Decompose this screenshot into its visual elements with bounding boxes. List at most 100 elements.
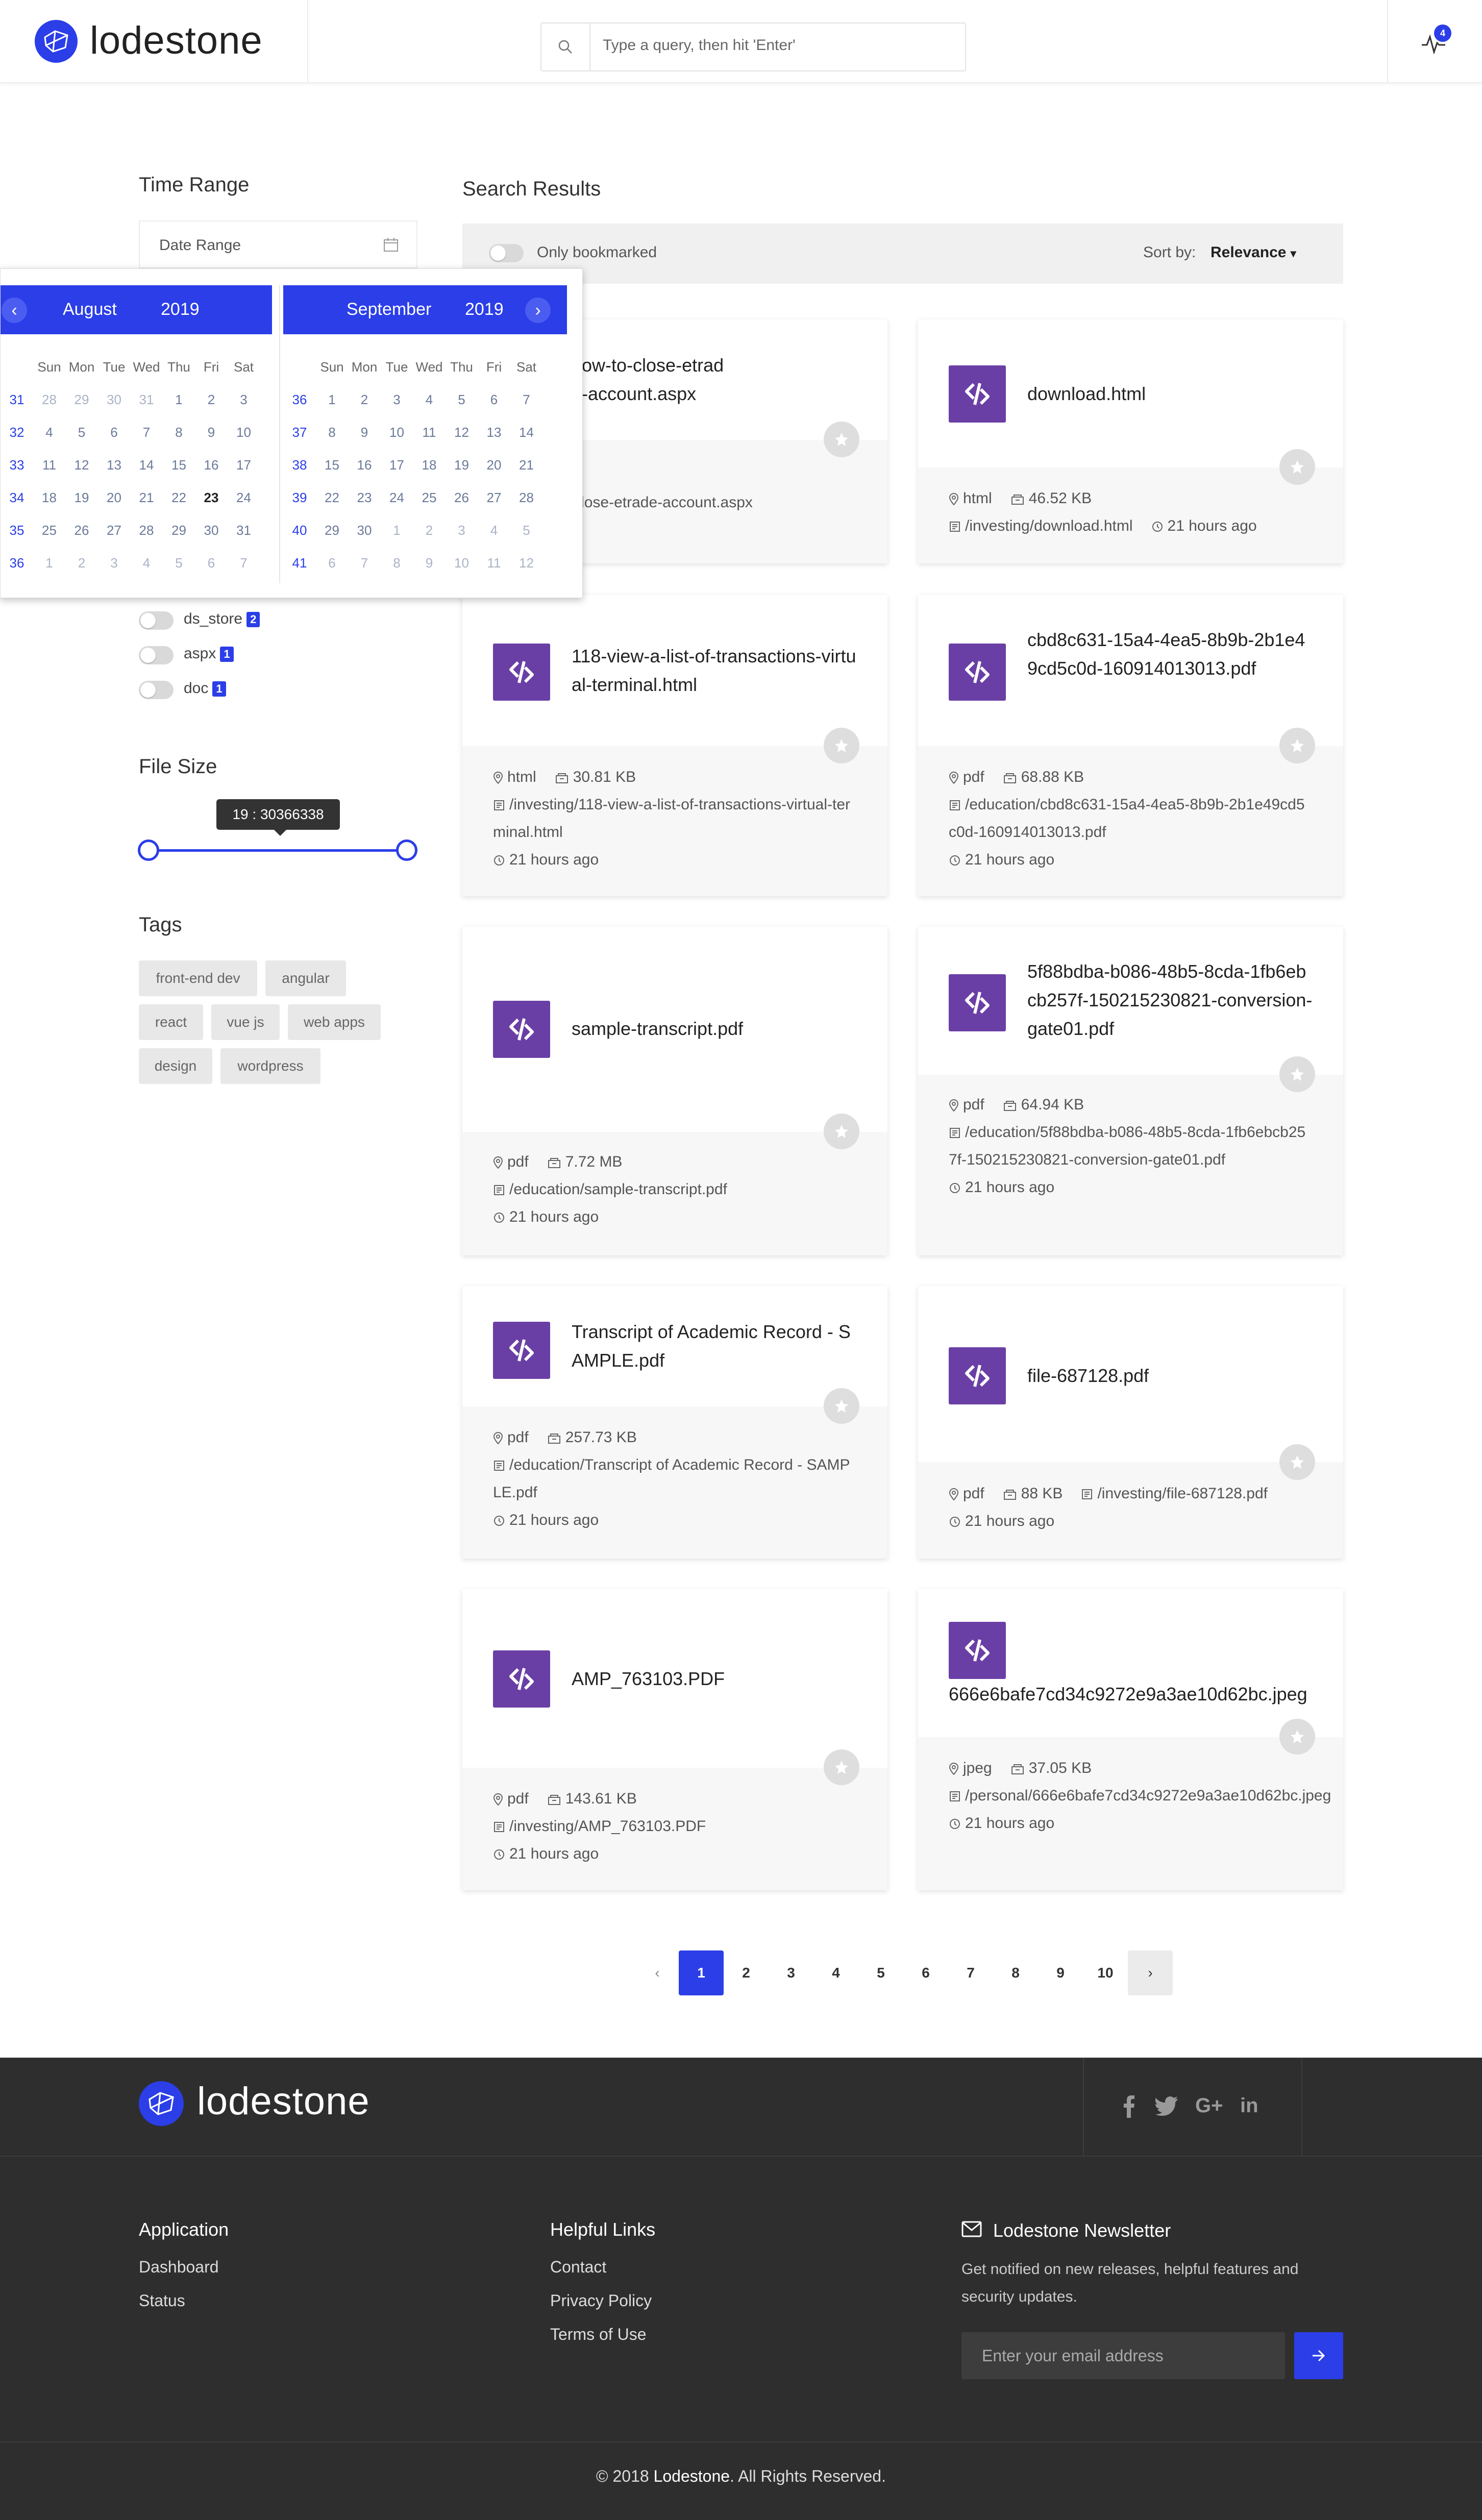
tag-front-end-dev[interactable]: front-end dev bbox=[139, 960, 257, 996]
calendar-day[interactable]: 3 bbox=[228, 383, 260, 416]
file-name[interactable]: sample-transcript.pdf bbox=[572, 1015, 857, 1043]
calendar-day[interactable]: 28 bbox=[130, 514, 163, 547]
calendar-day[interactable]: 19 bbox=[446, 449, 478, 481]
bookmark-star-icon[interactable] bbox=[1279, 449, 1315, 485]
calendar-day[interactable]: 2 bbox=[348, 383, 381, 416]
activity-button[interactable]: 4 bbox=[1417, 24, 1458, 60]
tag-design[interactable]: design bbox=[139, 1048, 212, 1084]
calendar-day[interactable]: 10 bbox=[446, 547, 478, 579]
bookmark-star-icon[interactable] bbox=[824, 1388, 859, 1424]
calendar-day[interactable]: 1 bbox=[381, 514, 413, 547]
calendar-day[interactable]: 11 bbox=[33, 449, 66, 481]
twitter-icon[interactable] bbox=[1155, 2096, 1178, 2116]
calendar-day[interactable]: 27 bbox=[98, 514, 131, 547]
linkedin-icon[interactable]: in bbox=[1240, 2094, 1258, 2117]
bookmark-star-icon[interactable] bbox=[824, 1749, 859, 1785]
prev-month-button[interactable]: ‹ bbox=[2, 298, 27, 323]
calendar-day[interactable]: 17 bbox=[228, 449, 260, 481]
bookmark-star-icon[interactable] bbox=[1279, 728, 1315, 763]
calendar-day[interactable]: 4 bbox=[130, 547, 163, 579]
result-card[interactable]: Transcript of Academic Record - SAMPLE.p… bbox=[462, 1286, 887, 1559]
calendar-day[interactable]: 5 bbox=[65, 416, 98, 449]
tag-vue-js[interactable]: vue js bbox=[211, 1004, 280, 1040]
calendar-day[interactable]: 18 bbox=[33, 481, 66, 514]
pagination-page[interactable]: 10 bbox=[1083, 1950, 1128, 1995]
tag-angular[interactable]: angular bbox=[265, 960, 346, 996]
footer-logo[interactable]: lodestone bbox=[139, 2079, 404, 2128]
search-icon[interactable] bbox=[541, 23, 590, 70]
calendar-day[interactable]: 3 bbox=[98, 547, 131, 579]
tag-wordpress[interactable]: wordpress bbox=[220, 1048, 320, 1084]
file-size-max-handle[interactable] bbox=[396, 839, 417, 861]
result-card[interactable]: 118-view-a-list-of-transactions-virtual-… bbox=[462, 595, 887, 896]
logo-link[interactable]: lodestone bbox=[35, 18, 280, 64]
calendar-day[interactable]: 11 bbox=[413, 416, 446, 449]
result-card[interactable]: download.html html 46.52 KB /investing/do… bbox=[918, 319, 1343, 563]
newsletter-email-input[interactable]: Enter your email address bbox=[961, 2332, 1285, 2379]
facebook-icon[interactable] bbox=[1123, 2095, 1135, 2118]
only-bookmarked-toggle[interactable] bbox=[489, 244, 524, 262]
calendar-day[interactable]: 21 bbox=[130, 481, 163, 514]
calendar-day[interactable]: 5 bbox=[446, 383, 478, 416]
ext-toggle-ds-store[interactable] bbox=[139, 611, 174, 630]
calendar-day[interactable]: 14 bbox=[510, 416, 543, 449]
pagination-page[interactable]: 6 bbox=[903, 1950, 948, 1995]
date-range-input[interactable]: Date Range bbox=[139, 220, 417, 268]
calendar-day[interactable]: 23 bbox=[348, 481, 381, 514]
calendar-day[interactable]: 19 bbox=[65, 481, 98, 514]
calendar-day[interactable]: 15 bbox=[163, 449, 195, 481]
calendar-day[interactable]: 2 bbox=[195, 383, 228, 416]
result-card[interactable]: AMP_763103.PDF pdf 143.61 KB /investing/A… bbox=[462, 1589, 887, 1890]
calendar-day[interactable]: 27 bbox=[478, 481, 510, 514]
calendar-day[interactable]: 30 bbox=[195, 514, 228, 547]
result-card[interactable]: cbd8c631-15a4-4ea5-8b9b-2b1e49cd5c0d-160… bbox=[918, 595, 1343, 896]
calendar-day[interactable]: 20 bbox=[478, 449, 510, 481]
calendar-day[interactable]: 29 bbox=[65, 383, 98, 416]
calendar-day[interactable]: 9 bbox=[413, 547, 446, 579]
calendar-day[interactable]: 4 bbox=[33, 416, 66, 449]
calendar-day[interactable]: 8 bbox=[381, 547, 413, 579]
file-name[interactable]: file-687128.pdf bbox=[1027, 1362, 1313, 1390]
calendar-day[interactable]: 31 bbox=[130, 383, 163, 416]
calendar-day[interactable]: 9 bbox=[195, 416, 228, 449]
file-name[interactable]: Transcript of Academic Record - SAMPLE.p… bbox=[572, 1318, 857, 1375]
file-name[interactable]: cbd8c631-15a4-4ea5-8b9b-2b1e49cd5c0d-160… bbox=[1027, 626, 1313, 683]
calendar-day[interactable]: 12 bbox=[65, 449, 98, 481]
calendar-day[interactable]: 31 bbox=[228, 514, 260, 547]
file-name[interactable]: 118-view-a-list-of-transactions-virtual-… bbox=[572, 642, 857, 699]
calendar-day[interactable]: 21 bbox=[510, 449, 543, 481]
calendar-day[interactable]: 25 bbox=[33, 514, 66, 547]
file-name[interactable]: AMP_763103.PDF bbox=[572, 1665, 857, 1693]
calendar-day[interactable]: 13 bbox=[478, 416, 510, 449]
bookmark-star-icon[interactable] bbox=[1279, 1719, 1315, 1755]
pagination-page[interactable]: 7 bbox=[948, 1950, 993, 1995]
pagination-page[interactable]: 3 bbox=[769, 1950, 813, 1995]
calendar-day[interactable]: 11 bbox=[478, 547, 510, 579]
calendar-day[interactable]: 17 bbox=[381, 449, 413, 481]
tag-web-apps[interactable]: web apps bbox=[288, 1004, 381, 1040]
calendar-day[interactable]: 18 bbox=[413, 449, 446, 481]
result-card[interactable]: sample-transcript.pdf pdf 7.72 MB /educat… bbox=[462, 927, 887, 1255]
pagination-page[interactable]: 9 bbox=[1038, 1950, 1083, 1995]
calendar-day[interactable]: 5 bbox=[163, 547, 195, 579]
result-card[interactable]: file-687128.pdf pdf 88 KB/investing/file-… bbox=[918, 1286, 1343, 1559]
calendar-day[interactable]: 29 bbox=[316, 514, 349, 547]
file-size-min-handle[interactable] bbox=[138, 839, 159, 861]
file-name[interactable]: 666e6bafe7cd34c9272e9a3ae10d62bc.jpeg bbox=[949, 1680, 1343, 1709]
calendar-day[interactable]: 12 bbox=[510, 547, 543, 579]
calendar-day[interactable]: 29 bbox=[163, 514, 195, 547]
calendar-day[interactable]: 5 bbox=[510, 514, 543, 547]
ext-toggle-doc[interactable] bbox=[139, 681, 174, 699]
pagination-page[interactable]: 1 bbox=[679, 1950, 724, 1995]
calendar-day[interactable]: 24 bbox=[381, 481, 413, 514]
copyright-brand[interactable]: Lodestone bbox=[654, 2467, 730, 2485]
calendar-day[interactable]: 14 bbox=[130, 449, 163, 481]
calendar-day[interactable]: 6 bbox=[98, 416, 131, 449]
calendar-day[interactable]: 1 bbox=[163, 383, 195, 416]
footer-link-terms[interactable]: Terms of Use bbox=[550, 2325, 646, 2344]
google-plus-icon[interactable]: G+ bbox=[1195, 2094, 1223, 2117]
calendar-day[interactable]: 28 bbox=[33, 383, 66, 416]
calendar-day[interactable]: 20 bbox=[98, 481, 131, 514]
footer-link-contact[interactable]: Contact bbox=[550, 2258, 606, 2277]
calendar-day[interactable]: 10 bbox=[381, 416, 413, 449]
